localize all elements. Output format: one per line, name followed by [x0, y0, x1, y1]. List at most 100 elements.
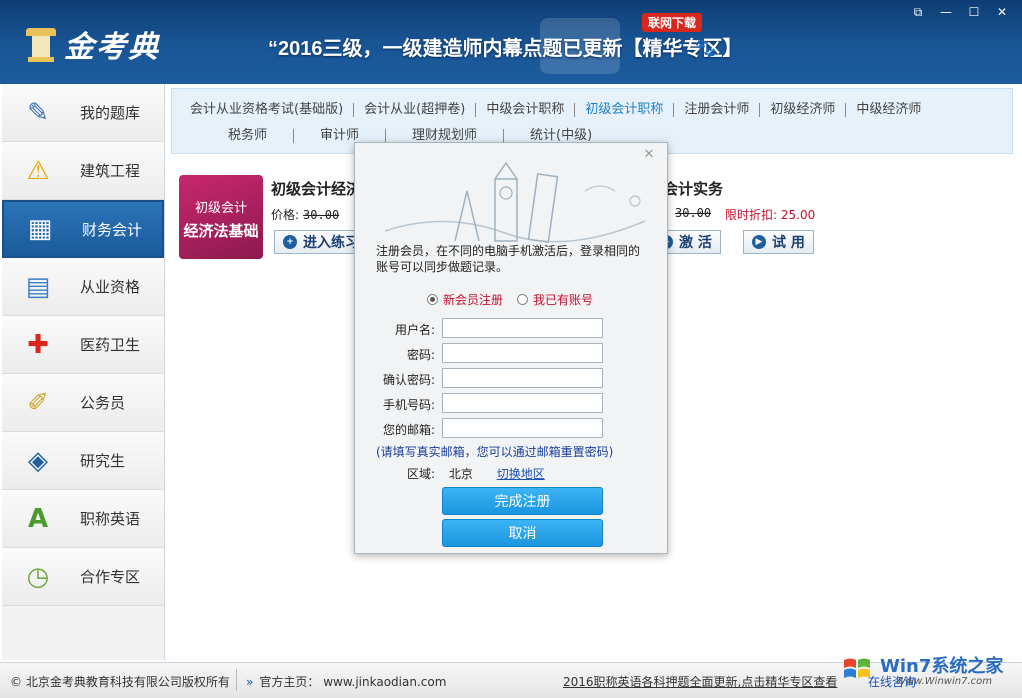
- email-input[interactable]: [442, 418, 603, 438]
- news-ticker-link[interactable]: 2016职称英语各科押题全面更新,点击精华专区查看: [563, 673, 837, 690]
- sidebar-item-my-questions[interactable]: ✎ 我的题库: [2, 84, 164, 142]
- sidebar-item-label: 合作专区: [80, 566, 140, 587]
- arrow-circle-icon: ▶: [752, 235, 766, 249]
- sidebar-item-label: 研究生: [80, 450, 125, 471]
- trial-button[interactable]: ▶ 试 用: [743, 230, 814, 254]
- password-input[interactable]: [442, 343, 603, 363]
- switch-region-link[interactable]: 切换地区: [497, 467, 545, 481]
- sidebar-item-construction[interactable]: ⚠ 建筑工程: [2, 142, 164, 200]
- sidebar-item-civil-servant[interactable]: ✐ 公务员: [2, 374, 164, 432]
- account-type-radio-group: 新会员注册 我已有账号: [427, 291, 593, 308]
- logo-text: 金考典: [64, 22, 160, 66]
- clipboard-chart-icon: ▦: [18, 209, 62, 249]
- tab-intermediate-economist[interactable]: 中级经济师: [846, 103, 931, 117]
- sidebar-item-label: 建筑工程: [80, 160, 140, 181]
- homepage-info: »官方主页： www.jinkaodian.com: [246, 673, 446, 690]
- tab-intermediate-accounting[interactable]: 中级会计职称: [476, 103, 575, 117]
- price-value-right: 30.00: [671, 206, 711, 220]
- phone-label: 手机号码:: [383, 396, 435, 413]
- folder-pen-icon: ✐: [16, 383, 60, 423]
- logo: 金考典: [26, 22, 160, 66]
- close-icon[interactable]: ✕: [990, 4, 1014, 20]
- maximize-icon[interactable]: ☐: [962, 4, 986, 20]
- logo-pavilion-icon: [26, 24, 56, 64]
- restore-icon[interactable]: ⧉: [906, 4, 930, 20]
- books-icon: ▤: [16, 267, 60, 307]
- app-header: 金考典 “2016三级，一级建造师内幕点题已更新【精华专区】 联网下载 🐾 ⧉ …: [0, 0, 1022, 84]
- promo-banner[interactable]: “2016三级，一级建造师内幕点题已更新【精华专区】: [268, 32, 743, 61]
- sidebar-item-label: 从业资格: [80, 276, 140, 297]
- book-cover-line2: 经济法基础: [179, 220, 263, 241]
- medical-kit-icon: ✚: [16, 325, 60, 365]
- divider: [236, 669, 237, 691]
- sidebar-item-label: 职称英语: [80, 508, 140, 529]
- window-controls: ⧉ — ☐ ✕: [906, 4, 1014, 20]
- submit-register-button[interactable]: 完成注册: [442, 487, 603, 515]
- sidebar-item-medical[interactable]: ✚ 医药卫生: [2, 316, 164, 374]
- radio-new-member[interactable]: 新会员注册: [427, 291, 503, 308]
- username-row: 用户名:: [355, 318, 667, 340]
- password-row: 密码:: [355, 343, 667, 365]
- sidebar-item-label: 我的题库: [80, 102, 140, 123]
- watermark-text: Win7系统之家: [880, 652, 1003, 678]
- confirm-password-row: 确认密码:: [355, 368, 667, 390]
- register-description: 注册会员，在不同的电脑手机激活后，登录相同的账号可以同步做题记录。: [376, 243, 651, 275]
- price-value: 30.00: [303, 208, 339, 222]
- pen-book-icon: ✎: [16, 93, 60, 133]
- double-chevron-icon: »: [246, 675, 253, 689]
- region-label: 区域:: [407, 467, 435, 481]
- sidebar-item-qualification[interactable]: ▤ 从业资格: [2, 258, 164, 316]
- email-row: 您的邮箱:: [355, 418, 667, 440]
- sidebar-item-graduate[interactable]: ◈ 研究生: [2, 432, 164, 490]
- site-watermark: Win7系统之家 Www.Winwin7.com: [836, 650, 1016, 694]
- tab-junior-economist[interactable]: 初级经济师: [760, 103, 846, 117]
- sidebar-item-finance[interactable]: ▦ 财务会计: [2, 200, 164, 258]
- tab-tax-advisor[interactable]: 税务师: [202, 129, 294, 143]
- paw-icon: 🐾: [694, 38, 716, 59]
- book-cover[interactable]: 初级会计 经济法基础: [179, 175, 263, 259]
- tab-accounting-basic[interactable]: 会计从业资格考试(基础版): [180, 103, 354, 117]
- email-label: 您的邮箱:: [383, 421, 435, 438]
- username-label: 用户名:: [395, 321, 435, 338]
- download-badge[interactable]: 联网下载: [642, 13, 702, 32]
- product-title: 初级会计经济: [271, 178, 361, 199]
- landmarks-illustration-icon: [385, 161, 645, 245]
- cancel-button[interactable]: 取消: [442, 519, 603, 547]
- confirm-password-input[interactable]: [442, 368, 603, 388]
- confirm-password-label: 确认密码:: [383, 371, 435, 388]
- tab-row-1: 会计从业资格考试(基础版) 会计从业(超押卷) 中级会计职称 初级会计职称 注册…: [180, 103, 931, 117]
- copyright-text: © 北京金考典教育科技有限公司版权所有: [10, 673, 230, 690]
- username-input[interactable]: [442, 318, 603, 338]
- windows-flag-icon: [842, 654, 872, 684]
- sidebar-item-label: 医药卫生: [80, 334, 140, 355]
- tab-auditor[interactable]: 审计师: [294, 129, 386, 143]
- sidebar-item-label: 财务会计: [82, 219, 142, 240]
- construction-sign-icon: ⚠: [16, 151, 60, 191]
- product-title-right: 会计实务: [663, 178, 723, 199]
- register-dialog: ✕ 注册会员，在不同的电脑手机激活后，登录相同的账号可以同步做题记录。 新会员注…: [354, 142, 668, 554]
- region-row: 区域: 北京 切换地区: [407, 465, 545, 482]
- clock-puzzle-icon: ◷: [16, 557, 60, 597]
- discount-price: 限时折扣: 25.00: [725, 206, 815, 223]
- tab-accounting-exam[interactable]: 会计从业(超押卷): [354, 103, 476, 117]
- tab-financial-planner[interactable]: 理财规划师: [386, 129, 504, 143]
- tab-cpa[interactable]: 注册会计师: [674, 103, 760, 117]
- region-value: 北京: [449, 467, 473, 481]
- watermark-url: Www.Winwin7.com: [896, 676, 992, 687]
- book-cover-line1: 初级会计: [179, 197, 263, 216]
- sidebar: ✎ 我的题库 ⚠ 建筑工程 ▦ 财务会计 ▤ 从业资格 ✚ 医药卫生 ✐ 公务员…: [2, 84, 165, 660]
- plus-circle-icon: +: [283, 235, 297, 249]
- radio-dot: [427, 294, 438, 305]
- sidebar-item-cooperation[interactable]: ◷ 合作专区: [2, 548, 164, 606]
- sidebar-item-english[interactable]: A 职称英语: [2, 490, 164, 548]
- radio-dot: [517, 294, 528, 305]
- homepage-link[interactable]: www.jinkaodian.com: [323, 675, 446, 689]
- tab-junior-accounting[interactable]: 初级会计职称: [575, 103, 674, 117]
- email-hint: (请填写真实邮箱，您可以通过邮箱重置密码): [376, 443, 613, 460]
- phone-input[interactable]: [442, 393, 603, 413]
- radio-existing-account[interactable]: 我已有账号: [517, 291, 593, 308]
- phone-row: 手机号码:: [355, 393, 667, 415]
- tab-statistics[interactable]: 统计(中级): [504, 129, 618, 143]
- price-label: 价格:30.00: [271, 206, 339, 223]
- minimize-icon[interactable]: —: [934, 4, 958, 20]
